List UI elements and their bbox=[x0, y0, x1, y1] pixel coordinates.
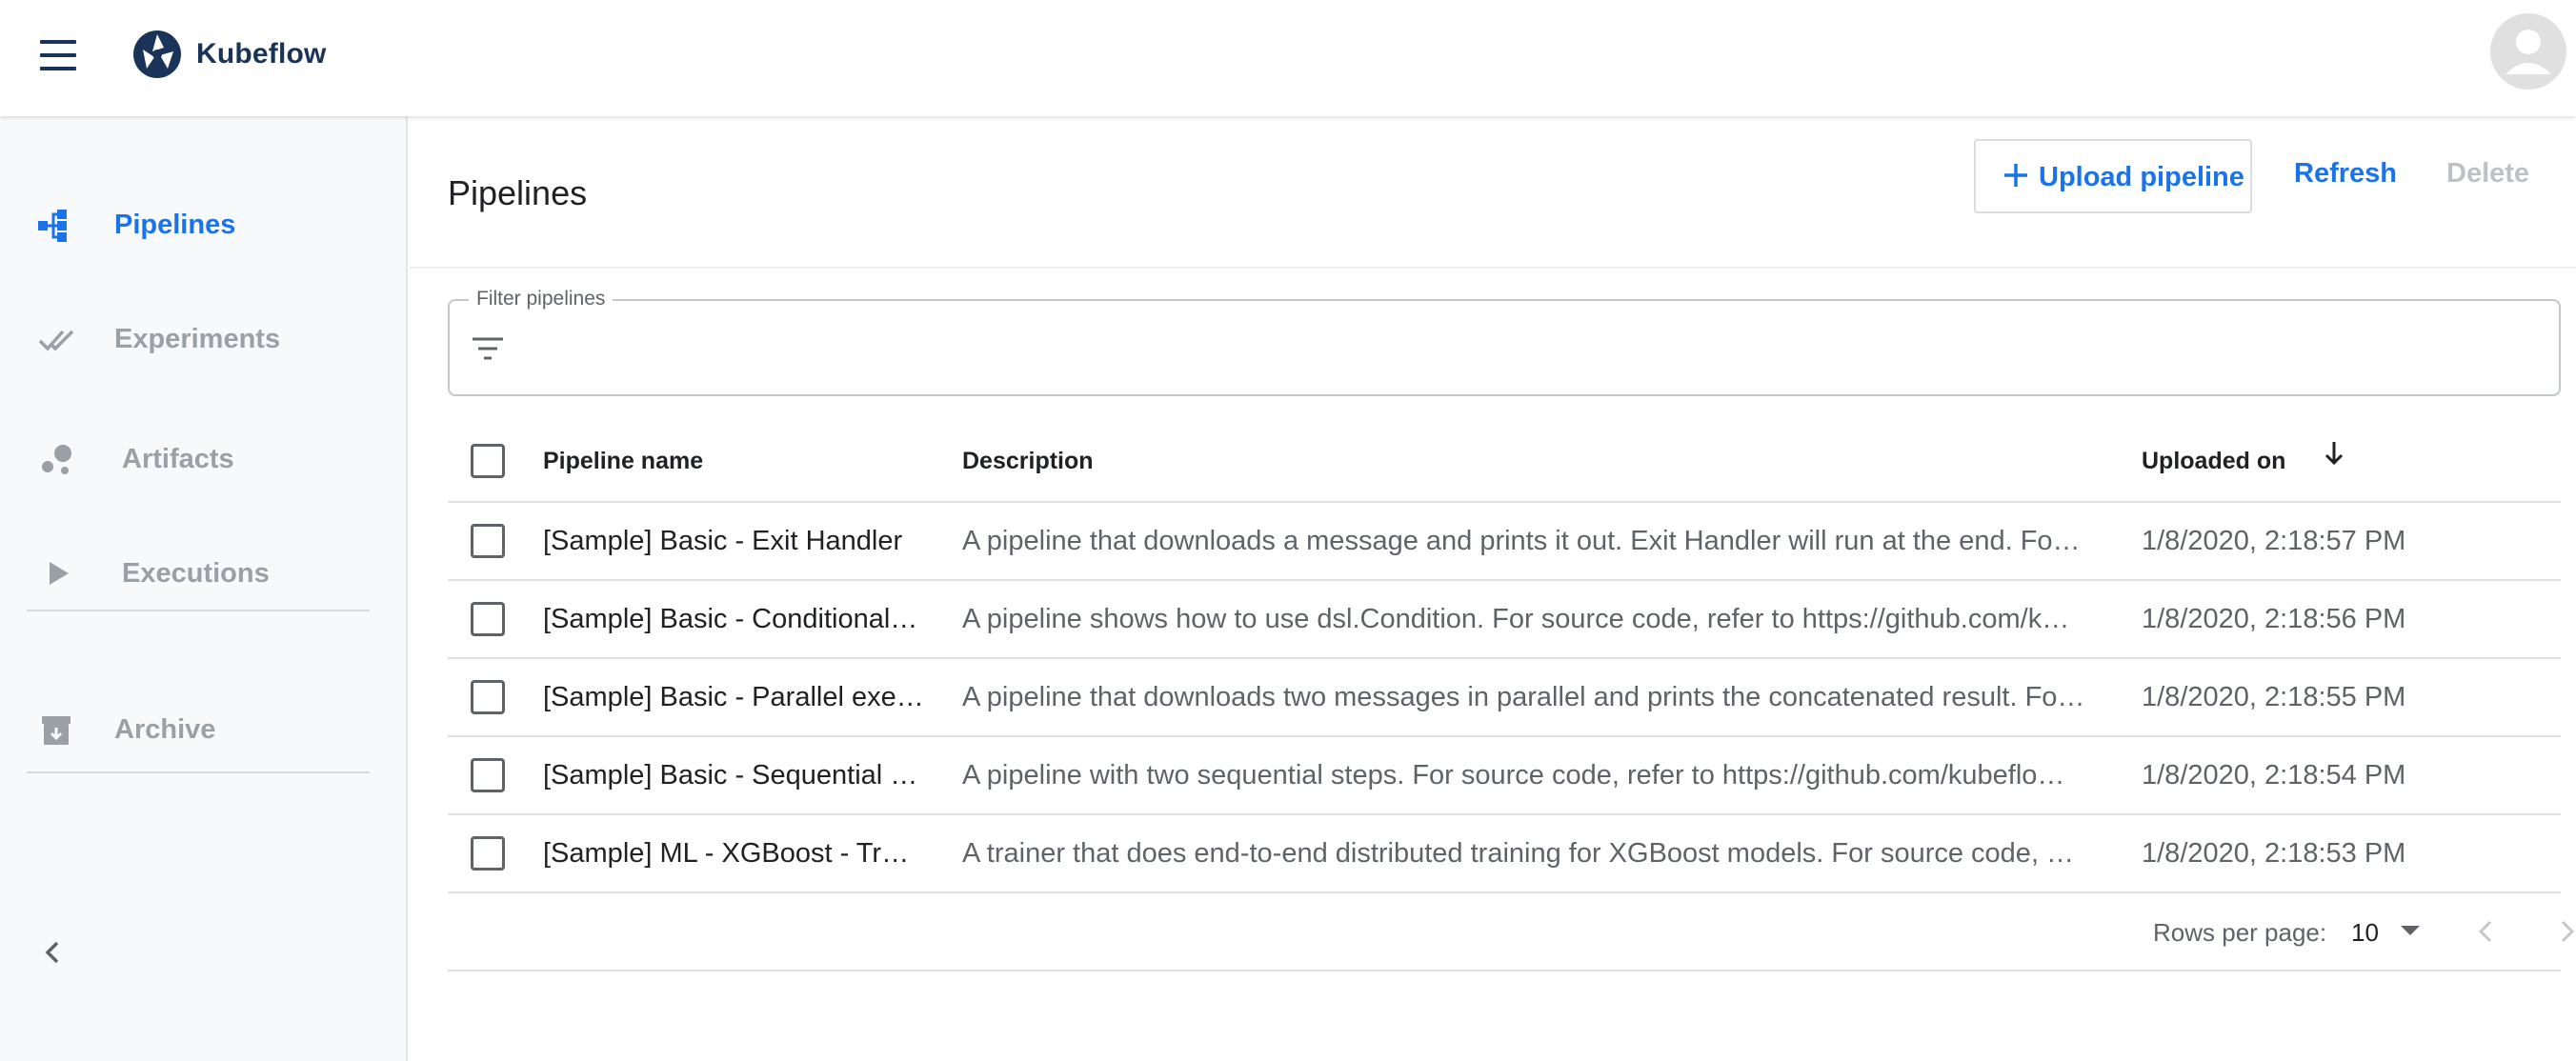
row-checkbox[interactable] bbox=[471, 680, 505, 714]
play-icon bbox=[50, 562, 69, 585]
row-checkbox[interactable] bbox=[471, 602, 505, 636]
pipeline-uploaded-on: 1/8/2020, 2:18:57 PM bbox=[2142, 526, 2406, 556]
rows-per-page-value: 10 bbox=[2351, 918, 2379, 947]
pipeline-name-link[interactable]: [Sample] Basic - Exit Handler bbox=[543, 526, 932, 557]
sidebar-item-label: Executions bbox=[122, 558, 270, 589]
archive-icon bbox=[42, 716, 70, 745]
pipeline-name-link[interactable]: [Sample] ML - XGBoost - Tr… bbox=[543, 838, 932, 870]
chevron-left-icon[interactable] bbox=[2467, 912, 2506, 951]
column-header-description[interactable]: Description bbox=[962, 448, 1094, 475]
double-check-icon bbox=[38, 330, 74, 351]
row-checkbox[interactable] bbox=[471, 524, 505, 558]
main-content: Pipelines Upload pipeline Refresh Delete… bbox=[410, 116, 2576, 1061]
pipeline-uploaded-on: 1/8/2020, 2:18:53 PM bbox=[2142, 838, 2406, 869]
chevron-right-icon[interactable] bbox=[2547, 912, 2576, 951]
dropdown-caret-icon bbox=[2401, 926, 2420, 935]
arrow-down-icon[interactable] bbox=[2321, 438, 2347, 469]
refresh-button[interactable]: Refresh bbox=[2294, 158, 2397, 190]
chevron-left-icon[interactable] bbox=[34, 933, 72, 971]
sidebar: Pipelines Experiments Artifacts Executio… bbox=[0, 116, 408, 1061]
kubeflow-logo-icon bbox=[133, 30, 181, 78]
sidebar-divider bbox=[27, 771, 370, 773]
sidebar-item-label: Experiments bbox=[114, 324, 281, 354]
upload-pipeline-button[interactable]: Upload pipeline bbox=[1974, 139, 2252, 213]
bubbles-icon bbox=[42, 445, 71, 474]
pipeline-uploaded-on: 1/8/2020, 2:18:55 PM bbox=[2142, 682, 2406, 712]
pipelines-table: Pipeline name Description Uploaded on [S… bbox=[448, 417, 2575, 971]
user-avatar-icon[interactable] bbox=[2490, 13, 2566, 90]
plus-icon bbox=[2004, 164, 2027, 187]
upload-pipeline-label: Upload pipeline bbox=[2039, 162, 2244, 192]
sidebar-item-pipelines[interactable]: Pipelines bbox=[0, 187, 408, 263]
page-title: Pipelines bbox=[448, 173, 588, 212]
header-divider bbox=[410, 267, 2576, 269]
filter-box: Filter pipelines bbox=[448, 288, 2561, 396]
pipeline-name-link[interactable]: [Sample] Basic - Parallel exe… bbox=[543, 682, 932, 713]
sidebar-item-executions[interactable]: Executions bbox=[0, 535, 408, 611]
sidebar-item-experiments[interactable]: Experiments bbox=[0, 301, 408, 377]
table-row[interactable]: [Sample] Basic - Exit Handler A pipeline… bbox=[448, 503, 2561, 581]
sidebar-divider bbox=[27, 610, 370, 611]
top-app-bar: Kubeflow bbox=[0, 0, 2576, 116]
rows-per-page-label: Rows per page: bbox=[2153, 918, 2327, 947]
brand-name: Kubeflow bbox=[196, 38, 327, 70]
pipelines-icon bbox=[38, 210, 67, 242]
table-header-row: Pipeline name Description Uploaded on bbox=[448, 417, 2561, 503]
sidebar-item-label: Artifacts bbox=[122, 444, 234, 474]
column-header-uploaded-on[interactable]: Uploaded on bbox=[2142, 448, 2285, 475]
sidebar-item-archive[interactable]: Archive bbox=[0, 691, 408, 768]
table-row[interactable]: [Sample] Basic - Parallel exe… A pipelin… bbox=[448, 659, 2561, 737]
hamburger-menu-icon[interactable] bbox=[34, 34, 88, 76]
sidebar-item-label: Archive bbox=[114, 714, 216, 745]
sidebar-item-artifacts[interactable]: Artifacts bbox=[0, 421, 408, 497]
filter-label: Filter pipelines bbox=[469, 288, 614, 310]
table-row[interactable]: [Sample] Basic - Sequential … A pipeline… bbox=[448, 737, 2561, 815]
pipeline-uploaded-on: 1/8/2020, 2:18:56 PM bbox=[2142, 604, 2406, 634]
delete-button[interactable]: Delete bbox=[2446, 158, 2529, 190]
table-row[interactable]: [Sample] Basic - Conditional… A pipeline… bbox=[448, 581, 2561, 659]
pipeline-name-link[interactable]: [Sample] Basic - Conditional… bbox=[543, 604, 932, 635]
pagination-bar: Rows per page: 10 bbox=[448, 893, 2575, 971]
row-checkbox[interactable] bbox=[471, 758, 505, 792]
filter-input[interactable] bbox=[526, 324, 2526, 373]
filter-list-icon bbox=[473, 337, 503, 360]
row-checkbox[interactable] bbox=[471, 836, 505, 871]
table-row[interactable]: [Sample] ML - XGBoost - Tr… A trainer th… bbox=[448, 815, 2561, 893]
sidebar-item-label: Pipelines bbox=[114, 210, 236, 240]
pipeline-name-link[interactable]: [Sample] Basic - Sequential … bbox=[543, 760, 932, 791]
select-all-checkbox[interactable] bbox=[471, 444, 505, 478]
column-header-pipeline-name[interactable]: Pipeline name bbox=[543, 448, 703, 475]
pipeline-uploaded-on: 1/8/2020, 2:18:54 PM bbox=[2142, 760, 2406, 791]
